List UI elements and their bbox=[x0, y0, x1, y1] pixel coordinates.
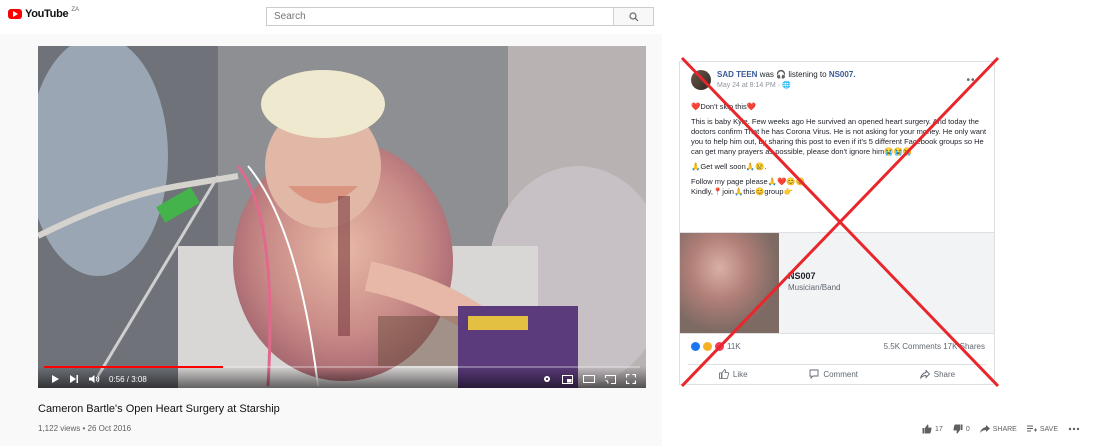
save-button[interactable]: SAVE bbox=[1026, 425, 1058, 433]
logo-text: YouTube bbox=[25, 8, 69, 20]
next-icon[interactable] bbox=[69, 374, 79, 384]
time-display: 0:56 / 3:08 bbox=[109, 374, 147, 384]
fb-like-label: Like bbox=[732, 369, 748, 379]
save-label: SAVE bbox=[1039, 425, 1058, 433]
volume-icon[interactable] bbox=[88, 374, 100, 384]
post-author-line: SAD TEEN was 🎧 listening to NS007. bbox=[717, 70, 856, 79]
sad-reaction-icon bbox=[703, 342, 712, 351]
like-button[interactable]: 17 bbox=[922, 424, 943, 434]
progress-fill bbox=[44, 366, 223, 368]
fb-like-button[interactable]: Like bbox=[718, 369, 748, 379]
cast-icon[interactable] bbox=[605, 374, 616, 384]
search-button[interactable] bbox=[613, 8, 653, 25]
link-preview[interactable]: NS007 Musician/Band bbox=[680, 232, 994, 334]
playlist-add-icon bbox=[1026, 425, 1037, 432]
fb-share-button[interactable]: Share bbox=[919, 369, 956, 379]
fb-comment-label: Comment bbox=[823, 369, 858, 379]
settings-icon[interactable] bbox=[542, 374, 552, 384]
dislike-button[interactable]: 0 bbox=[953, 424, 970, 434]
like-reaction-icon bbox=[691, 342, 700, 351]
play-icon[interactable] bbox=[50, 374, 60, 384]
thumbs-down-icon bbox=[953, 424, 963, 434]
theater-mode-icon[interactable] bbox=[583, 375, 595, 383]
progress-bar[interactable] bbox=[44, 366, 640, 368]
share-arrow-icon bbox=[919, 369, 930, 379]
more-dots-icon bbox=[1068, 427, 1080, 431]
post-stats: 11K 5.5K Comments 17K Shares bbox=[691, 342, 985, 351]
avatar[interactable] bbox=[691, 70, 711, 90]
comment-count[interactable]: 5.5K Comments bbox=[884, 342, 941, 351]
youtube-logo[interactable]: YouTube ZA bbox=[8, 7, 79, 20]
post-options-icon[interactable]: ••• bbox=[966, 75, 980, 86]
comment-bubble-icon bbox=[809, 369, 819, 379]
post-paragraph: Follow my page please🙏❤️😊😊 Kindly,📍join🙏… bbox=[691, 177, 806, 196]
share-count[interactable]: 17K Shares bbox=[943, 342, 985, 351]
reaction-count: 11K bbox=[727, 342, 741, 351]
fullscreen-icon[interactable] bbox=[626, 374, 636, 384]
share-label: SHARE bbox=[992, 425, 1017, 433]
post-action-bar: Like Comment Share bbox=[688, 364, 986, 379]
post-paragraph: This is baby Kyle. Few weeks ago He surv… bbox=[691, 117, 987, 156]
share-arrow-icon bbox=[979, 425, 990, 433]
post-author[interactable]: SAD TEEN bbox=[717, 70, 757, 79]
player-controls: 0:56 / 3:08 bbox=[38, 366, 646, 388]
post-paragraph: ❤️Don't skip this❤️ bbox=[691, 102, 757, 111]
post-timestamp[interactable]: May 24 at 8:14 PM · 🌐 bbox=[717, 81, 856, 89]
link-preview-title: NS007 bbox=[788, 271, 816, 281]
post-header: SAD TEEN was 🎧 listening to NS007. May 2… bbox=[691, 70, 856, 90]
like-count: 17 bbox=[935, 425, 943, 433]
love-reaction-icon bbox=[715, 342, 724, 351]
video-title: Cameron Bartle's Open Heart Surgery at S… bbox=[38, 403, 280, 415]
region-code: ZA bbox=[71, 7, 79, 13]
youtube-play-icon bbox=[8, 9, 22, 19]
search-input[interactable] bbox=[267, 8, 613, 25]
video-player[interactable]: 0:56 / 3:08 bbox=[38, 46, 646, 388]
post-activity: was 🎧 listening to bbox=[759, 70, 827, 79]
search-bar bbox=[266, 7, 654, 26]
reaction-summary[interactable]: 11K bbox=[691, 342, 741, 351]
share-button[interactable]: SHARE bbox=[979, 425, 1017, 433]
thumbs-up-icon bbox=[718, 369, 729, 379]
video-frame-image bbox=[38, 46, 646, 388]
fb-comment-button[interactable]: Comment bbox=[809, 369, 858, 379]
search-icon bbox=[628, 11, 638, 21]
miniplayer-icon[interactable] bbox=[562, 374, 573, 384]
dislike-count: 0 bbox=[965, 425, 970, 433]
post-body: ❤️Don't skip this❤️ This is baby Kyle. F… bbox=[691, 102, 991, 202]
more-actions-button[interactable] bbox=[1068, 427, 1080, 431]
fb-share-label: Share bbox=[933, 369, 956, 379]
thumbs-up-icon bbox=[922, 424, 932, 434]
video-actions: 17 0 SHARE SAVE bbox=[922, 424, 1080, 434]
link-preview-category: Musician/Band bbox=[788, 283, 841, 292]
facebook-post: SAD TEEN was 🎧 listening to NS007. May 2… bbox=[679, 61, 995, 385]
post-activity-target[interactable]: NS007. bbox=[829, 70, 856, 79]
post-paragraph: 🙏Get well soon🙏😢. bbox=[691, 162, 767, 171]
link-preview-image bbox=[680, 233, 779, 333]
video-meta: 1,122 views • 26 Oct 2016 bbox=[38, 424, 132, 433]
